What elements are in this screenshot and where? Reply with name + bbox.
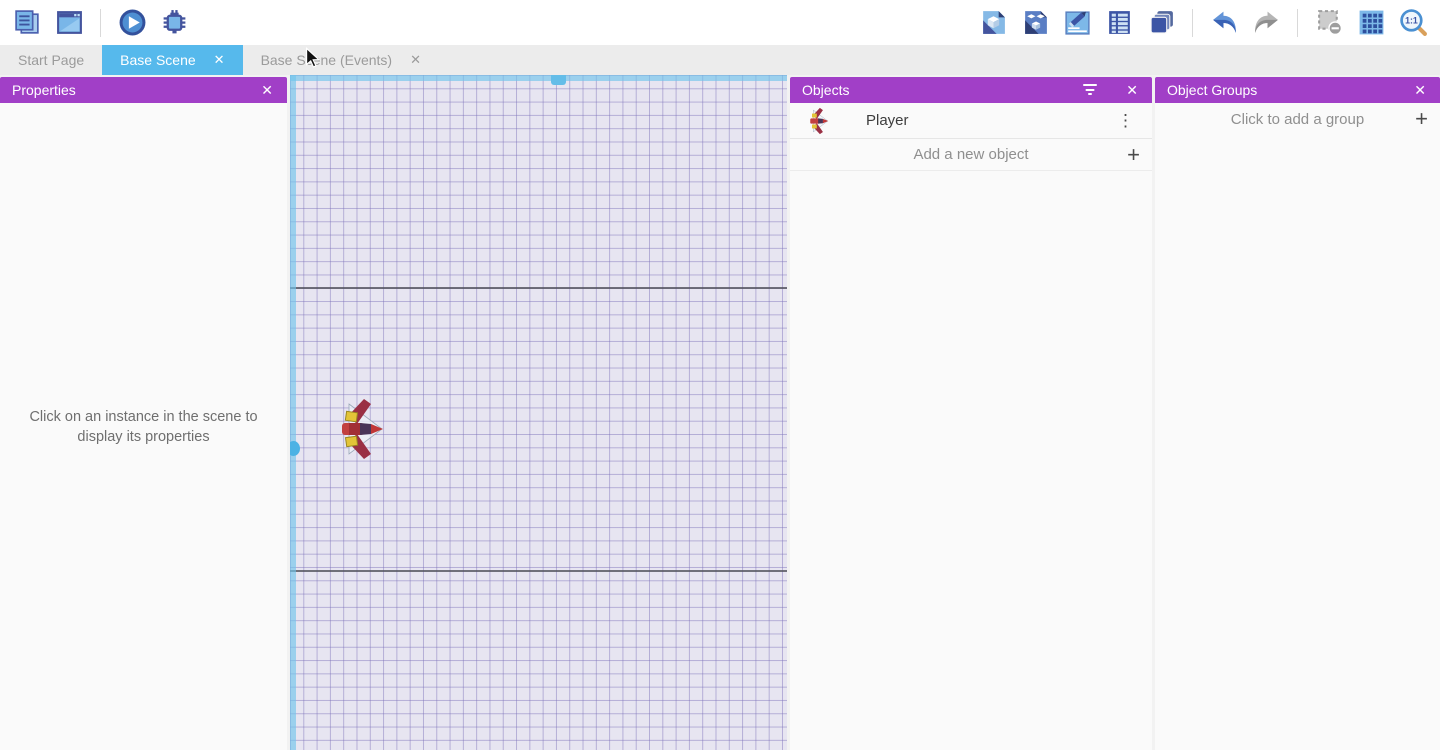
close-icon[interactable]: ✕	[1124, 82, 1140, 99]
layers-icon[interactable]	[1144, 6, 1178, 40]
object-menu-icon[interactable]: ⋮	[1113, 111, 1138, 131]
tab-label: Base Scene (Events)	[261, 52, 393, 68]
editor-main-area: Properties ✕ Click on an instance in the…	[0, 75, 1440, 750]
objects-panel: Objects ✕ Player ⋮ Add a new object +	[790, 77, 1152, 750]
properties-panel-header: Properties ✕	[0, 77, 287, 103]
plus-icon[interactable]: +	[1127, 142, 1140, 168]
properties-toggle-icon[interactable]	[1060, 6, 1094, 40]
main-toolbar: 1:1	[0, 0, 1440, 45]
toolbar-separator	[100, 9, 101, 37]
add-group-button[interactable]: Click to add a group +	[1155, 103, 1440, 135]
player-object-thumbnail	[808, 107, 830, 135]
properties-panel-title: Properties	[12, 82, 76, 98]
game-window-top-border	[290, 287, 787, 289]
preview-play-icon[interactable]	[115, 6, 149, 40]
object-list-item-player[interactable]: Player ⋮	[790, 103, 1152, 139]
tab-label: Base Scene	[120, 52, 196, 68]
close-icon[interactable]: ✕	[259, 82, 275, 99]
tab-label: Start Page	[18, 52, 84, 68]
close-icon[interactable]: ✕	[1412, 82, 1428, 99]
horizontal-scrollbar-thumb[interactable]	[551, 75, 566, 85]
tab-close-icon[interactable]: ✕	[214, 52, 225, 68]
toolbar-right-group: 1:1	[976, 6, 1430, 40]
add-new-object-button[interactable]: Add a new object +	[790, 139, 1152, 171]
grid-toggle-icon[interactable]	[1354, 6, 1388, 40]
toolbar-separator	[1297, 9, 1298, 37]
instances-list-icon[interactable]	[1102, 6, 1136, 40]
properties-panel: Properties ✕ Click on an instance in the…	[0, 77, 287, 750]
zoom-original-label: 1:1	[1405, 16, 1418, 26]
marquee-remove-icon[interactable]	[1312, 6, 1346, 40]
object-groups-panel-title: Object Groups	[1167, 82, 1257, 98]
canvas-vertical-scrollbar[interactable]	[290, 75, 296, 750]
zoom-original-icon[interactable]: 1:1	[1396, 6, 1430, 40]
game-window-bottom-border	[290, 570, 787, 572]
objects-panel-header: Objects ✕	[790, 77, 1152, 103]
add-group-label: Click to add a group	[1231, 111, 1364, 128]
add-new-object-label: Add a new object	[913, 146, 1028, 163]
toolbar-separator	[1192, 9, 1193, 37]
objects-panel-title: Objects	[802, 82, 849, 98]
scene-canvas[interactable]	[290, 75, 787, 750]
properties-empty-message: Click on an instance in the scene to dis…	[12, 407, 275, 447]
player-instance-sprite[interactable]	[338, 397, 386, 461]
toolbar-left-group	[10, 6, 191, 40]
undo-icon[interactable]	[1207, 6, 1241, 40]
object-groups-panel-header: Object Groups ✕	[1155, 77, 1440, 103]
vertical-scrollbar-thumb[interactable]	[290, 441, 300, 456]
tab-bar: Start Page Base Scene ✕ Base Scene (Even…	[0, 45, 1440, 75]
tab-base-scene[interactable]: Base Scene ✕	[102, 45, 242, 75]
redo-icon[interactable]	[1249, 6, 1283, 40]
project-manager-icon[interactable]	[10, 6, 44, 40]
filter-icon[interactable]	[1082, 84, 1098, 96]
tab-base-scene-events[interactable]: Base Scene (Events) ✕	[243, 45, 439, 75]
plus-icon[interactable]: +	[1415, 106, 1428, 132]
object-name-label: Player	[866, 112, 1113, 129]
debug-icon[interactable]	[157, 6, 191, 40]
object-groups-editor-icon[interactable]	[1018, 6, 1052, 40]
objects-editor-icon[interactable]	[976, 6, 1010, 40]
tab-close-icon[interactable]: ✕	[410, 52, 421, 68]
canvas-horizontal-scrollbar[interactable]	[290, 75, 787, 81]
object-groups-panel: Object Groups ✕ Click to add a group +	[1155, 77, 1440, 750]
tab-start-page[interactable]: Start Page	[0, 45, 102, 75]
start-page-icon[interactable]	[52, 6, 86, 40]
